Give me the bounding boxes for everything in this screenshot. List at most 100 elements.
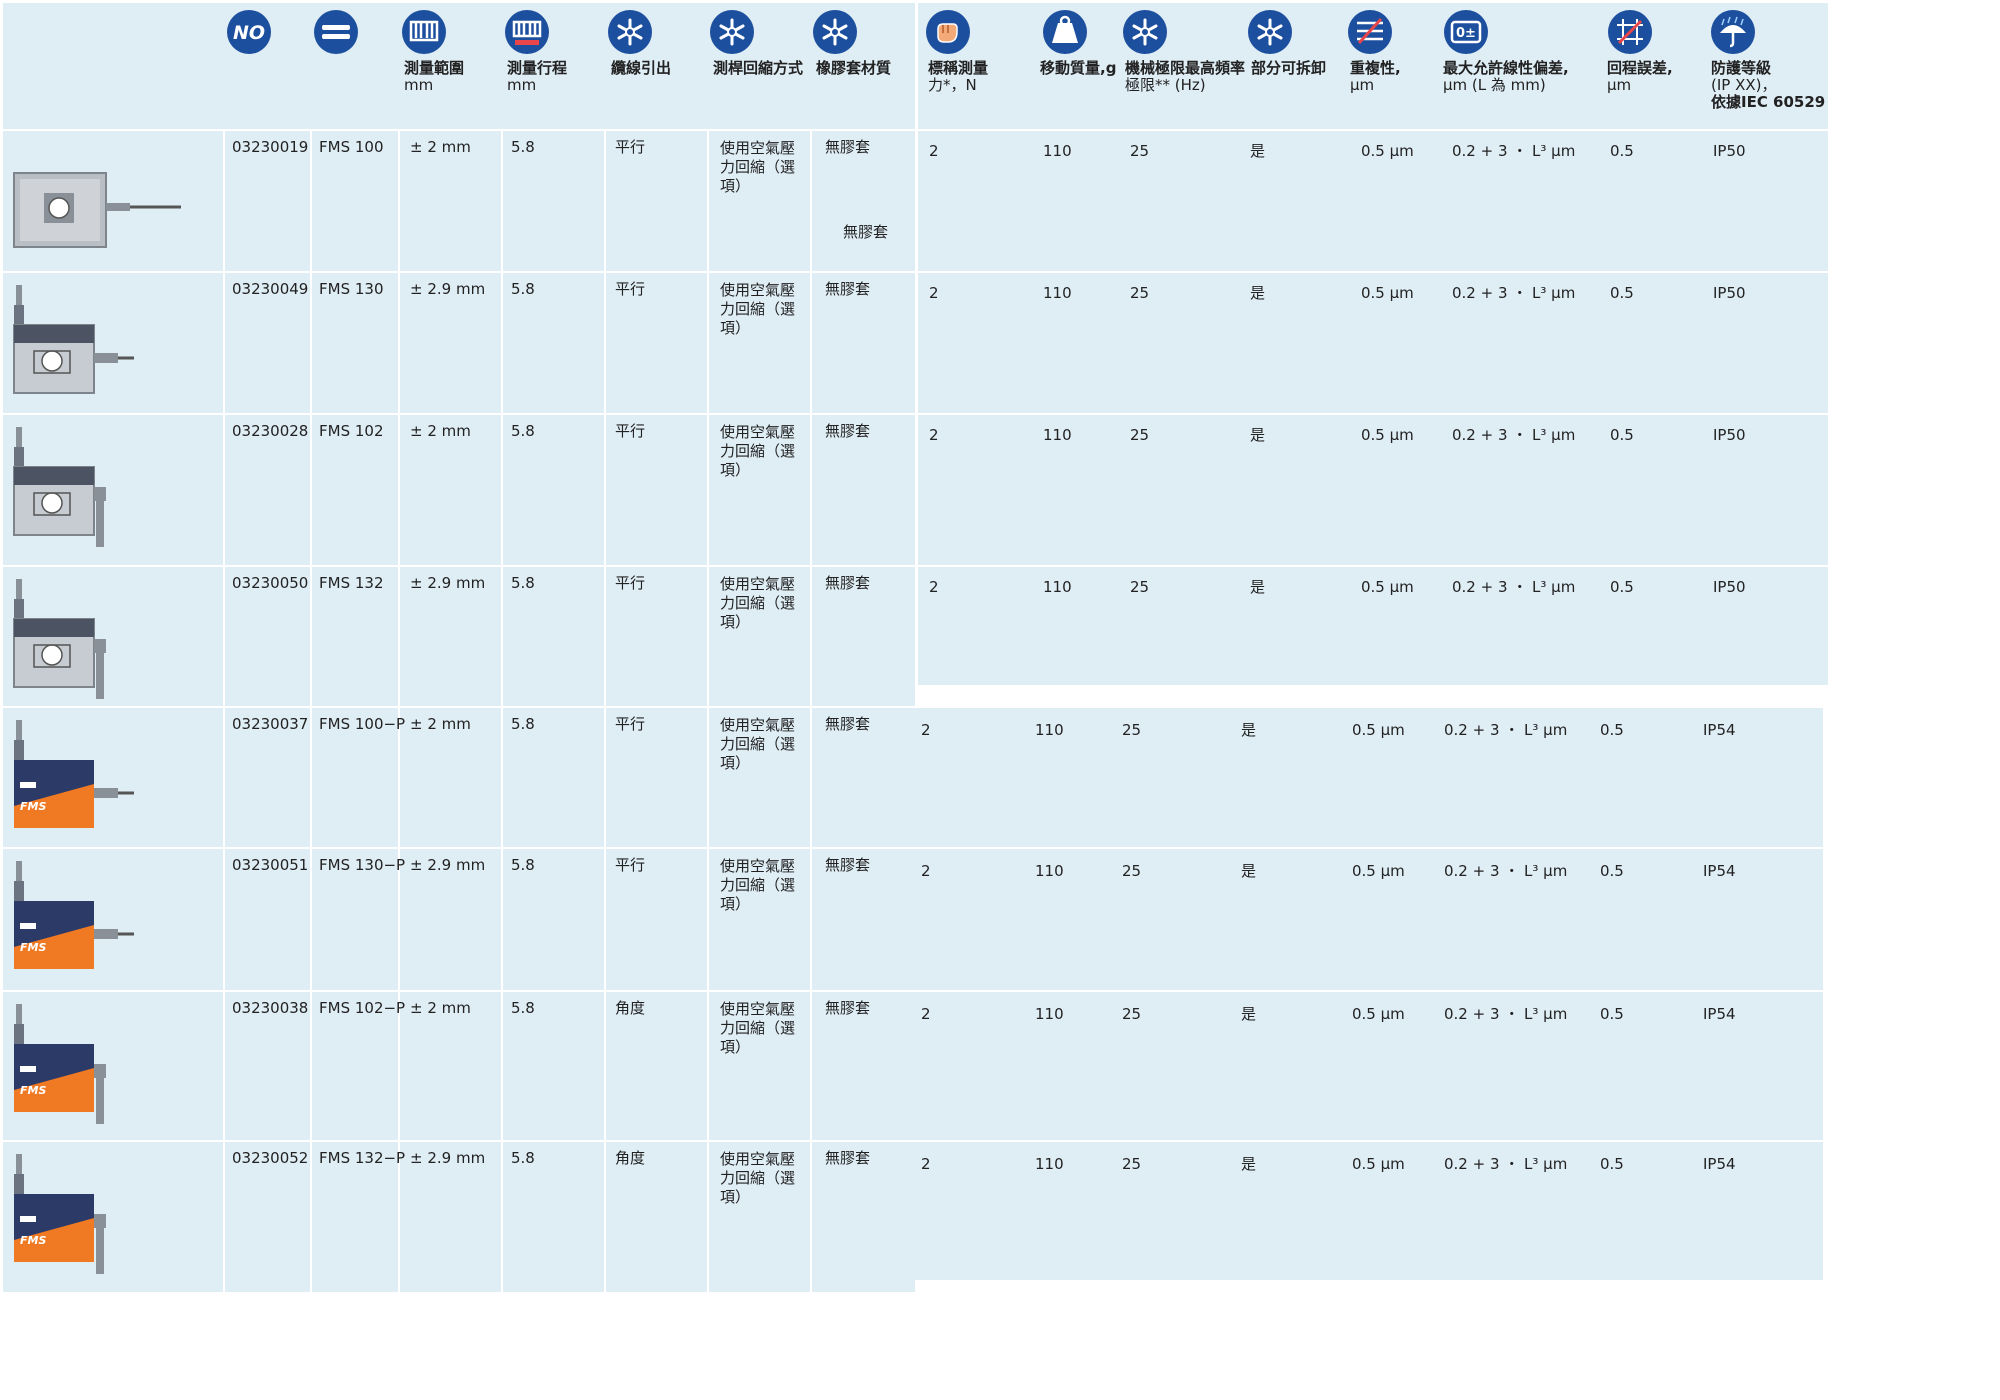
- device-image: [13, 427, 106, 549]
- protection-value: IP54: [1703, 1155, 1736, 1173]
- article-number: 03230051: [232, 856, 309, 874]
- device-thumbnail: FMS: [6, 994, 181, 1128]
- header-repeatability-line1: 重複性,: [1350, 59, 1401, 77]
- gaiter-value: 無膠套: [825, 574, 871, 592]
- article-number: 03230019: [232, 138, 309, 156]
- gaiter-material-icon: [812, 9, 858, 55]
- cable-exit-value: 平行: [615, 422, 646, 440]
- detachable-value: 是: [1241, 1005, 1257, 1023]
- gaiter-value: 無膠套: [825, 999, 871, 1017]
- linearity-value: 0.2 + 3 ・ L³ μm: [1444, 1155, 1568, 1173]
- device-image: [13, 579, 106, 701]
- measuring-stroke-value: 5.8: [511, 574, 535, 592]
- repeatability-value: 0.5 μm: [1352, 862, 1405, 880]
- retraction-value: 使用空氣壓力回縮（選項）: [720, 1150, 796, 1206]
- frequency-value: 25: [1122, 862, 1142, 880]
- row-separator: [3, 847, 1823, 849]
- repeatability-value: 0.5 μm: [1352, 1155, 1405, 1173]
- cable-exit-value: 平行: [615, 715, 646, 733]
- device-image: [13, 285, 134, 394]
- cable-exit-value: 平行: [615, 574, 646, 592]
- force-value: 2: [929, 284, 939, 302]
- svg-text:FMS: FMS: [20, 800, 46, 813]
- measuring-range-icon: [401, 9, 447, 55]
- gaiter-value: 無膠套: [825, 422, 871, 440]
- header-moving-mass: 移動質量,g: [1040, 59, 1117, 77]
- header-cable-exit: 纜線引出: [611, 59, 672, 77]
- header-frequency-line1: 機械極限最高頻率: [1125, 59, 1246, 77]
- detachable-value: 是: [1250, 426, 1266, 444]
- frequency-value: 25: [1130, 284, 1150, 302]
- gaiter-value: 無膠套: [825, 1149, 871, 1167]
- cable-exit-value: 角度: [615, 1149, 646, 1167]
- moving-mass-value: 110: [1043, 284, 1072, 302]
- frequency-value: 25: [1130, 426, 1150, 444]
- force-value: 2: [929, 578, 939, 596]
- measuring-stroke-value: 5.8: [511, 715, 535, 733]
- device-image: FMS: [14, 720, 134, 828]
- retraction-icon: [709, 9, 755, 55]
- linearity-value: 0.2 + 3 ・ L³ μm: [1444, 862, 1568, 880]
- detachable-value: 是: [1250, 578, 1266, 596]
- linearity-icon: 0±: [1443, 9, 1489, 55]
- detachable-value: 是: [1241, 721, 1257, 739]
- row-separator: [3, 413, 1828, 415]
- detachable-value: 是: [1241, 862, 1257, 880]
- header-measuring-range-line2: mm: [404, 76, 434, 94]
- force-value: 2: [921, 1005, 931, 1023]
- header-hysteresis-line2: μm: [1607, 76, 1632, 94]
- detachable-value: 是: [1250, 284, 1266, 302]
- right-body-panel-upper: [918, 129, 1828, 685]
- cable-exit-value: 平行: [615, 280, 646, 298]
- no-icon: NO: [226, 9, 272, 55]
- double-bar-icon: [313, 9, 359, 55]
- column-separator: [501, 129, 503, 1292]
- column-separator: [604, 129, 606, 1292]
- repeatability-value: 0.5 μm: [1352, 721, 1405, 739]
- svg-text:FMS: FMS: [20, 1234, 46, 1247]
- linearity-value: 0.2 + 3 ・ L³ μm: [1452, 142, 1576, 160]
- header-frequency-line2: 極限** (Hz): [1125, 76, 1206, 94]
- device-image: FMS: [14, 861, 134, 969]
- right-body-panel-lower: [911, 706, 1823, 1280]
- device-thumbnail: FMS: [6, 851, 181, 985]
- model-name: FMS 102−P: [319, 999, 406, 1017]
- header-protection-line2: (IP XX)，: [1711, 76, 1777, 94]
- header-protection-line3: 依據IEC 60529: [1711, 93, 1826, 111]
- gaiter-value-secondary: 無膠套: [843, 223, 889, 241]
- protection-value: IP54: [1703, 721, 1736, 739]
- measuring-stroke-icon: [504, 9, 550, 55]
- protection-value: IP50: [1713, 142, 1746, 160]
- device-image: [13, 172, 184, 248]
- repeatability-icon: [1347, 9, 1393, 55]
- hysteresis-value: 0.5: [1610, 578, 1634, 596]
- hysteresis-icon: [1607, 9, 1653, 55]
- column-separator: [310, 129, 312, 1292]
- measuring-range-value: ± 2.9 mm: [410, 856, 486, 874]
- measuring-stroke-value: 5.8: [511, 1149, 535, 1167]
- header-repeatability-line2: μm: [1350, 76, 1375, 94]
- header-protection: 防護等級 (IP XX)， 依據IEC 60529: [1711, 60, 1825, 111]
- moving-mass-value: 110: [1043, 578, 1072, 596]
- cable-exit-value: 平行: [615, 856, 646, 874]
- header-measuring-range: 測量範圍 mm: [404, 60, 464, 94]
- moving-mass-value: 110: [1035, 862, 1064, 880]
- frequency-value: 25: [1122, 1005, 1142, 1023]
- row-separator: [3, 1140, 1823, 1142]
- linearity-value: 0.2 + 3 ・ L³ μm: [1444, 721, 1568, 739]
- article-number: 03230037: [232, 715, 309, 733]
- linearity-value: 0.2 + 3 ・ L³ μm: [1452, 426, 1576, 444]
- moving-mass-value: 110: [1035, 1005, 1064, 1023]
- force-value: 2: [929, 142, 939, 160]
- header-gaiter: 橡膠套材質: [816, 59, 892, 77]
- repeatability-value: 0.5 μm: [1361, 426, 1414, 444]
- model-name: FMS 130: [319, 280, 384, 298]
- measuring-range-value: ± 2.9 mm: [410, 1149, 486, 1167]
- measuring-range-value: ± 2.9 mm: [410, 574, 486, 592]
- retraction-value: 使用空氣壓力回縮（選項）: [720, 1000, 796, 1056]
- header-force-line2: 力*，N: [928, 76, 977, 94]
- repeatability-value: 0.5 μm: [1352, 1005, 1405, 1023]
- header-detachable: 部分可拆卸: [1251, 59, 1327, 77]
- device-thumbnail: [6, 569, 181, 703]
- force-value: 2: [921, 862, 931, 880]
